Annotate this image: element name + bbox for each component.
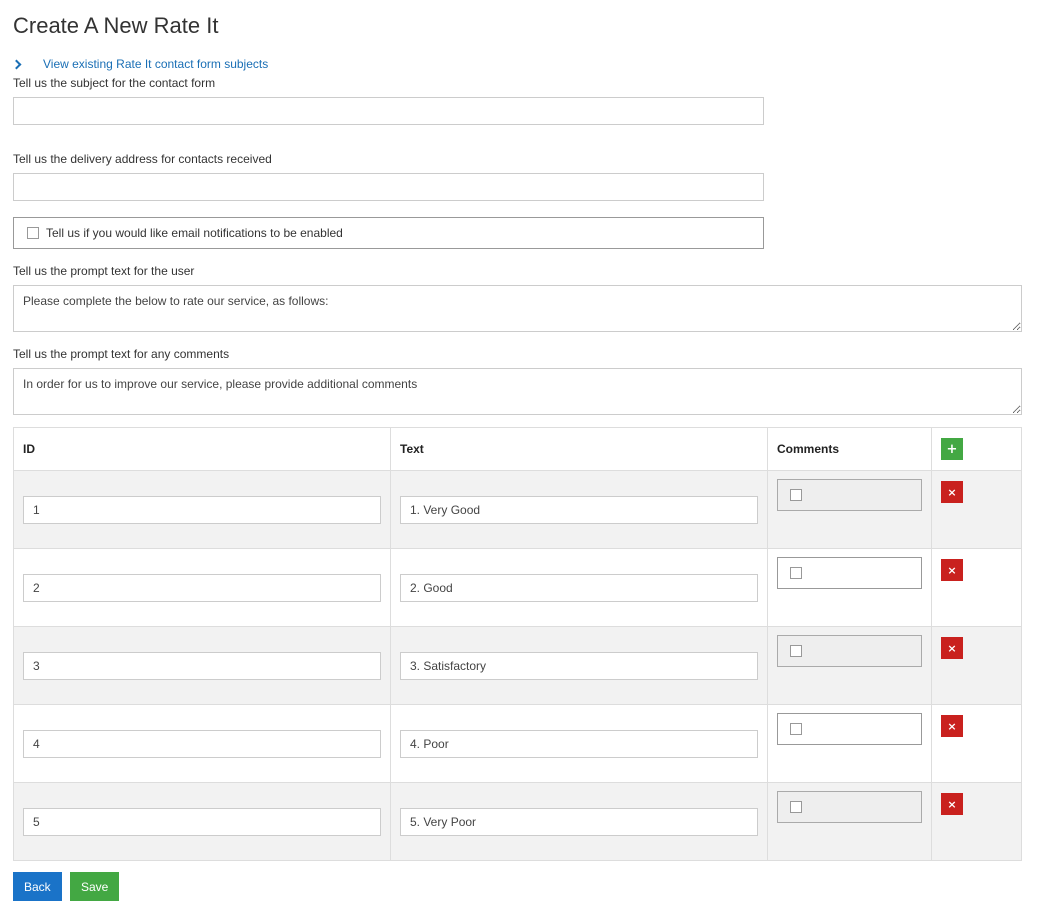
delivery-address-input[interactable] [13, 173, 764, 201]
subject-label: Tell us the subject for the contact form [13, 76, 216, 90]
comments-checkbox[interactable] [790, 566, 802, 579]
prompt-text-textarea[interactable]: Please complete the below to rate our se… [13, 285, 1022, 332]
text-input[interactable] [400, 495, 758, 524]
comments-checkbox[interactable] [790, 722, 802, 735]
comments-toggle [777, 790, 922, 823]
delete-row-button[interactable]: × [941, 637, 963, 659]
text-cell [390, 470, 768, 549]
header-text: Text [390, 427, 768, 471]
subject-input[interactable] [13, 97, 764, 125]
id-input[interactable] [23, 573, 381, 602]
delete-row-button[interactable]: × [941, 481, 963, 503]
text-input[interactable] [400, 573, 758, 602]
id-cell [13, 782, 391, 861]
text-input[interactable] [400, 729, 758, 758]
table-row: × [13, 704, 1022, 783]
chevron-right-icon [11, 59, 22, 69]
text-input[interactable] [400, 807, 758, 836]
comments-cell [767, 626, 932, 705]
table-row: × [13, 470, 1022, 549]
comments-toggle [777, 478, 922, 511]
id-cell [13, 470, 391, 549]
action-cell: × [931, 548, 1022, 627]
header-add-cell: + [931, 427, 1022, 471]
comments-checkbox[interactable] [790, 488, 802, 501]
email-notifications-checkbox[interactable] [27, 227, 39, 239]
text-cell [390, 626, 768, 705]
comments-toggle [777, 556, 922, 589]
ratings-table: ID Text Comments + × × × [13, 427, 1022, 861]
comments-toggle [777, 712, 922, 745]
action-cell: × [931, 782, 1022, 861]
action-cell: × [931, 470, 1022, 549]
prompt-text-label: Tell us the prompt text for the user [13, 264, 195, 278]
header-comments: Comments [767, 427, 932, 471]
page-title: Create A New Rate It [13, 13, 219, 38]
comments-cell [767, 470, 932, 549]
delete-row-button[interactable]: × [941, 715, 963, 737]
table-row: × [13, 626, 1022, 705]
comments-toggle [777, 634, 922, 667]
id-cell [13, 626, 391, 705]
comments-checkbox[interactable] [790, 800, 802, 813]
comments-cell [767, 548, 932, 627]
table-row: × [13, 782, 1022, 861]
id-cell [13, 704, 391, 783]
id-cell [13, 548, 391, 627]
action-cell: × [931, 626, 1022, 705]
add-row-button[interactable]: + [941, 438, 963, 460]
table-header-row: ID Text Comments + [13, 427, 1022, 471]
text-cell [390, 548, 768, 627]
id-input[interactable] [23, 495, 381, 524]
delete-row-button[interactable]: × [941, 793, 963, 815]
id-input[interactable] [23, 729, 381, 758]
back-button[interactable]: Back [13, 872, 62, 901]
view-existing-subjects-label: View existing Rate It contact form subje… [43, 57, 269, 71]
text-cell [390, 782, 768, 861]
header-id: ID [13, 427, 391, 471]
comments-prompt-textarea[interactable]: In order for us to improve our service, … [13, 368, 1022, 415]
id-input[interactable] [23, 807, 381, 836]
delivery-address-label: Tell us the delivery address for contact… [13, 152, 272, 166]
text-input[interactable] [400, 651, 758, 680]
email-notifications-label: Tell us if you would like email notifica… [46, 226, 343, 240]
id-input[interactable] [23, 651, 381, 680]
text-cell [390, 704, 768, 783]
action-cell: × [931, 704, 1022, 783]
comments-prompt-label: Tell us the prompt text for any comments [13, 347, 230, 361]
email-notifications-option[interactable]: Tell us if you would like email notifica… [13, 217, 764, 249]
table-row: × [13, 548, 1022, 627]
comments-cell [767, 782, 932, 861]
view-existing-subjects-link[interactable]: View existing Rate It contact form subje… [11, 57, 269, 71]
save-button[interactable]: Save [70, 872, 120, 901]
comments-checkbox[interactable] [790, 644, 802, 657]
comments-cell [767, 704, 932, 783]
delete-row-button[interactable]: × [941, 559, 963, 581]
